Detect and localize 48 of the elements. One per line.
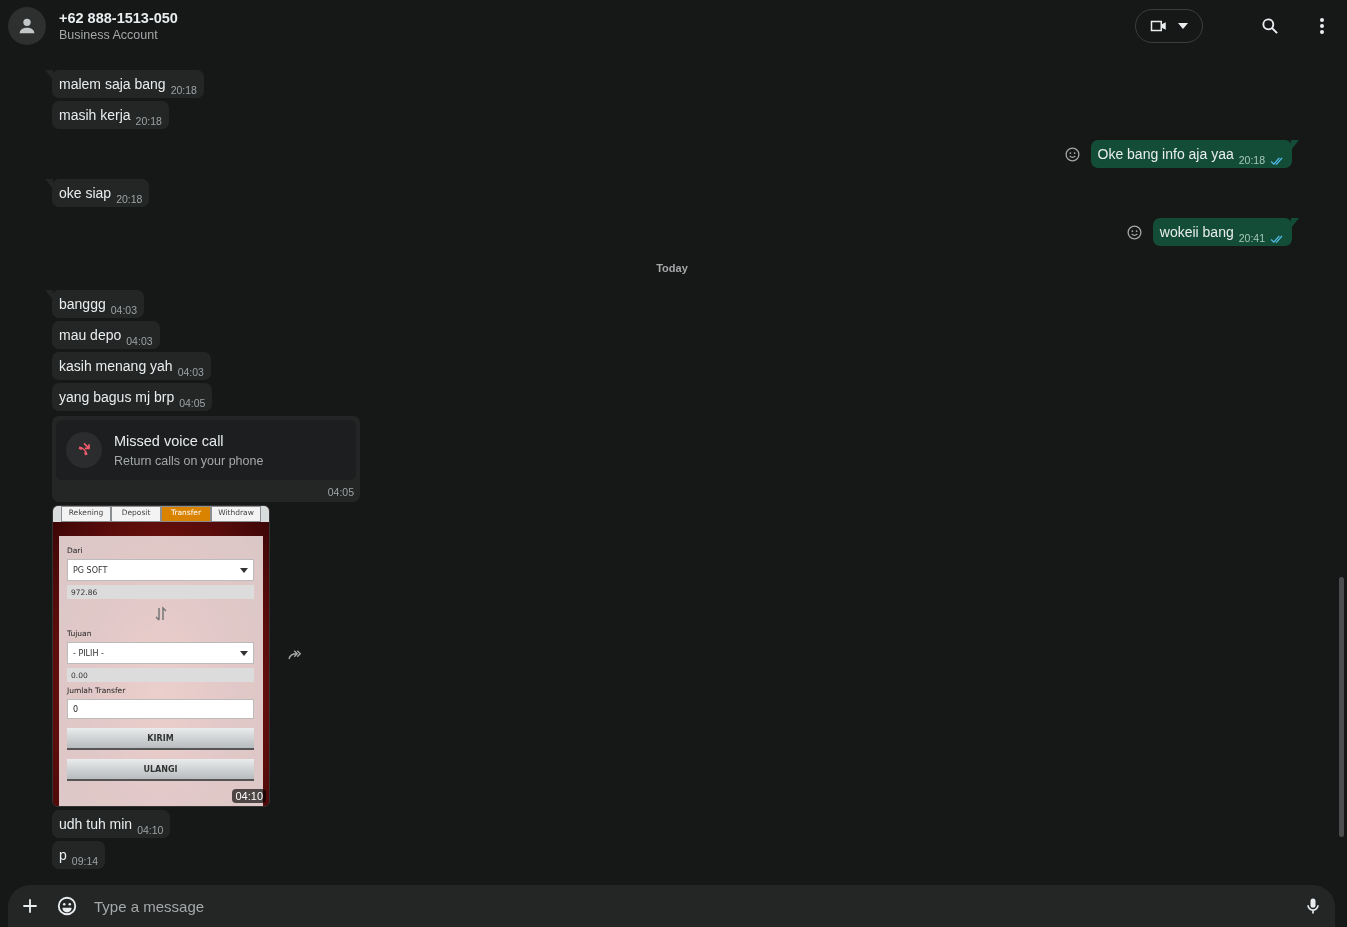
message-text: p: [59, 846, 67, 864]
message-time: 04:05: [179, 397, 206, 409]
caret-icon: [1178, 23, 1188, 29]
message-time: 20:18: [116, 193, 143, 205]
message-input[interactable]: Type a message: [94, 897, 1287, 915]
message-text: kasih menang yah: [59, 357, 173, 375]
message-time: 04:03: [177, 366, 204, 378]
emoji-icon: [1063, 145, 1081, 163]
kebab-menu-icon: [1319, 17, 1325, 35]
contact-subtitle: Business Account: [59, 28, 159, 42]
message-time: 09:14: [71, 855, 99, 867]
message-time: 04:05: [327, 486, 354, 498]
message-time: 20:41: [1238, 232, 1265, 244]
sticker-button[interactable]: [56, 895, 78, 917]
message-time: 04:03: [126, 335, 153, 347]
message-text: wokeii bang: [1159, 223, 1234, 241]
message-time: 20:18: [135, 115, 162, 127]
attach-button[interactable]: [20, 896, 40, 916]
scrollbar[interactable]: [1339, 577, 1344, 837]
message-text: oke siap: [59, 184, 112, 202]
amount-field[interactable]: 0: [67, 699, 254, 719]
message-text: yang bagus mj brp: [59, 388, 175, 406]
composer-bar[interactable]: Type a message: [8, 885, 1335, 927]
dropdown[interactable]: - PILIH -: [67, 642, 254, 664]
caret-icon: [240, 650, 248, 656]
message-text: mau depo: [59, 326, 122, 344]
contact-name: +62 888-1513-050: [59, 10, 179, 26]
caret-icon: [240, 567, 248, 573]
search-icon: [1260, 16, 1280, 36]
message-text: udh tuh min: [59, 815, 133, 833]
form-button[interactable]: KIRIM: [67, 728, 254, 750]
form-button[interactable]: ULANGI: [67, 759, 254, 781]
message-text: malem saja bang: [59, 75, 166, 93]
message-time: 04:10: [137, 824, 164, 836]
message-time: 20:18: [170, 84, 197, 96]
message-text: banggg: [59, 295, 106, 313]
plus-icon: [20, 896, 40, 916]
sticker-face-icon: [56, 895, 78, 917]
call-title: Missed voice call: [114, 432, 225, 449]
call-subtitle: Return calls on your phone: [114, 453, 264, 468]
message-time: 04:03: [110, 304, 137, 316]
message-text: masih kerja: [59, 106, 131, 124]
swap-arrows-icon: [154, 606, 167, 622]
message-text: Oke bang info aja yaa: [1097, 145, 1234, 163]
dropdown[interactable]: PG SOFT: [67, 559, 254, 581]
message-time: 20:18: [1238, 154, 1265, 166]
message-time: 04:10: [232, 789, 266, 803]
emoji-icon: [1125, 223, 1143, 241]
